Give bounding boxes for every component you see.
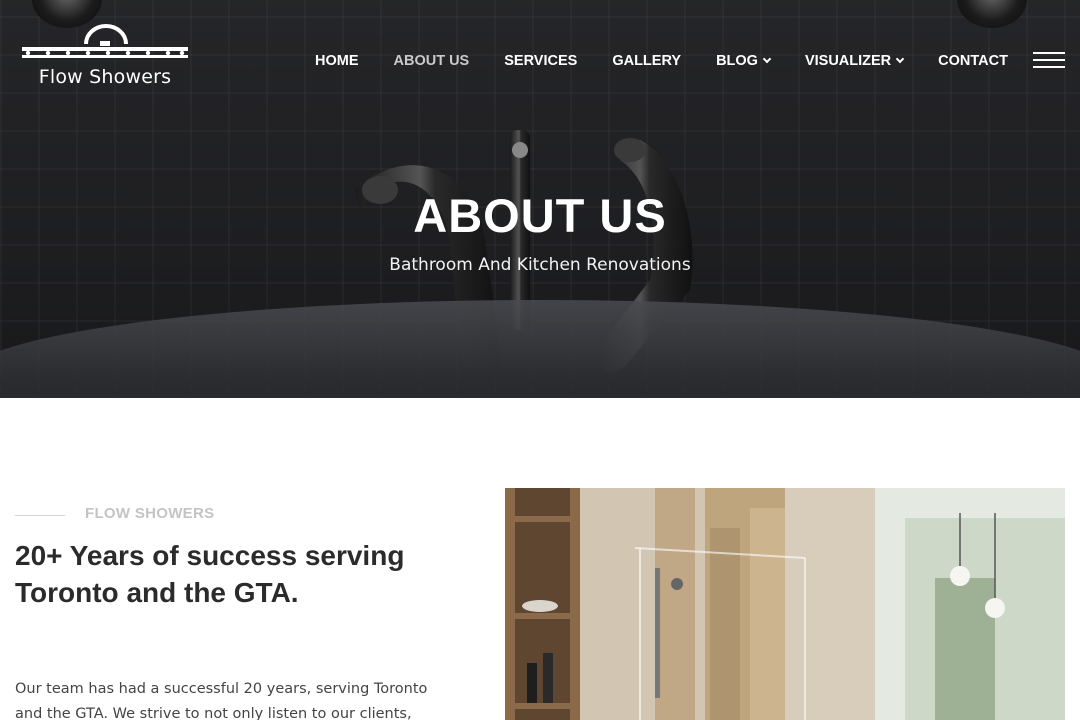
- site-logo[interactable]: Flow Showers: [20, 24, 190, 90]
- shower-logo-icon: [22, 24, 188, 58]
- main-nav: HOME ABOUT US SERVICES GALLERY BLOG VISU…: [315, 51, 1043, 71]
- nav-label: GALLERY: [612, 53, 682, 69]
- page-title: ABOUT US: [413, 189, 667, 242]
- chevron-down-icon: [762, 54, 772, 64]
- nav-label: ABOUT US: [393, 53, 470, 69]
- nav-label: BLOG: [716, 53, 758, 69]
- section-heading: 20+ Years of success serving Toronto and…: [15, 540, 405, 608]
- nav-label: HOME: [315, 53, 359, 69]
- chevron-down-icon: [895, 54, 905, 64]
- shower-knob-image: [957, 0, 1027, 28]
- nav-label: SERVICES: [504, 53, 578, 69]
- logo-wordmark: Flow Showers: [38, 66, 172, 88]
- nav-item-visualizer[interactable]: VISUALIZER: [804, 51, 905, 71]
- hamburger-menu-icon[interactable]: [1033, 52, 1065, 70]
- nav-label: VISUALIZER: [804, 53, 892, 69]
- nav-item-blog[interactable]: BLOG: [716, 51, 772, 71]
- section-paragraph: Our team has had a successful 20 years, …: [15, 681, 428, 720]
- page-subtitle: Bathroom And Kitchen Renovations: [389, 255, 691, 275]
- nav-item-home[interactable]: HOME: [315, 51, 359, 71]
- nav-item-about-us[interactable]: ABOUT US: [394, 51, 470, 71]
- nav-item-gallery[interactable]: GALLERY: [612, 51, 681, 71]
- nav-label: CONTACT: [938, 53, 1008, 69]
- bathroom-photo: [505, 488, 1065, 720]
- section-eyebrow: FLOW SHOWERS: [85, 505, 215, 522]
- eyebrow-divider: [15, 515, 65, 516]
- sink-basin-image: [0, 300, 1080, 398]
- nav-item-contact[interactable]: CONTACT: [938, 51, 1008, 71]
- nav-item-services[interactable]: SERVICES: [504, 51, 577, 71]
